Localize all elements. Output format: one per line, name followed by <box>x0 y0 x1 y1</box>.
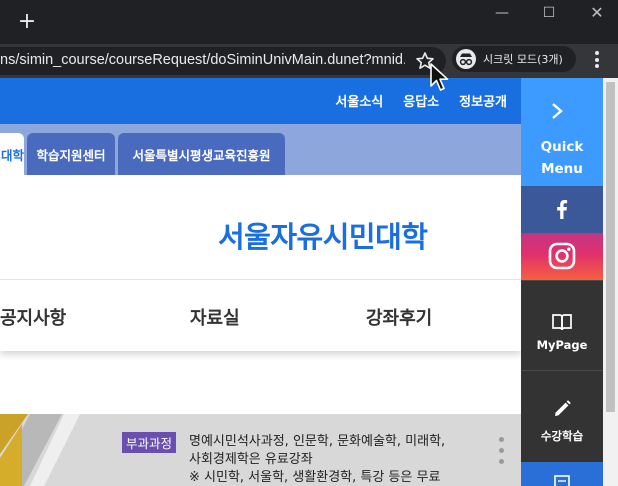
incognito-label: 시크릿 모드(3개) <box>483 53 563 66</box>
more-icon[interactable] <box>590 51 604 71</box>
menu-item-archive[interactable]: 자료실 <box>190 304 240 330</box>
site-logo-title[interactable]: 서울자유시민대학 <box>218 214 428 256</box>
banner-line: ※ 시민학, 서울학, 생활환경학, 특강 등은 무료 <box>189 470 441 485</box>
link-seoul-news[interactable]: 서울소식 <box>335 91 383 110</box>
quick-item-next[interactable] <box>521 462 603 486</box>
top-links: 서울소식 응답소 정보공개 <box>335 91 507 110</box>
banner-text: 명예시민석사과정, 인문학, 문화예술학, 미래학, 사회경제학은 유료강좌 ※… <box>189 433 445 486</box>
facebook-link[interactable] <box>521 186 603 233</box>
quick-menu-toggle[interactable]: Quick Menu <box>521 78 603 186</box>
banner-decoration <box>0 414 80 486</box>
quick-title-line: Menu <box>541 161 583 177</box>
course-study-label: 수강학습 <box>540 429 584 443</box>
quick-menu-title: Quick Menu <box>521 136 603 180</box>
quick-menu: Quick Menu MyPage 수강학습 <box>521 78 603 486</box>
new-tab-icon[interactable]: + <box>14 9 40 35</box>
course-banner: 부과과정 명예시민석사과정, 인문학, 문화예술학, 미래학, 사회경제학은 유… <box>0 414 521 486</box>
book-icon <box>552 314 572 331</box>
menu-item-notice[interactable]: 공지사항 <box>0 304 66 330</box>
quick-title-line: Quick <box>540 139 584 155</box>
facebook-icon <box>557 200 568 219</box>
tab-lifelong-education-institute[interactable]: 서울특별시평생교육진흥원 <box>118 133 285 175</box>
paid-course-tag: 부과과정 <box>122 432 177 453</box>
banner-pager[interactable] <box>499 437 505 470</box>
tab-learning-support-center[interactable]: 학습지원센터 <box>27 133 115 175</box>
address-bar[interactable]: ns/simin_course/courseRequest/doSiminUni… <box>0 47 446 75</box>
close-window-button[interactable]: ✕ <box>574 0 618 28</box>
banner-line: 명예시민석사과정, 인문학, 문화예술학, 미래학, <box>189 434 446 449</box>
quick-item-course-study[interactable]: 수강학습 <box>521 370 603 462</box>
url-text[interactable]: ns/simin_course/courseRequest/doSiminUni… <box>0 52 405 68</box>
minimize-button[interactable]: — <box>479 0 525 28</box>
pencil-icon <box>555 400 571 416</box>
chevron-right-icon <box>552 103 563 119</box>
instagram-link[interactable] <box>521 233 603 280</box>
maximize-button[interactable]: ☐ <box>526 0 572 28</box>
tab-university[interactable]: 대학 <box>0 133 24 175</box>
instagram-icon <box>548 242 576 270</box>
web-page: 서울소식 응답소 정보공개 대학 학습지원센터 서울특별시평생교육진흥원 서울자… <box>0 78 603 486</box>
incognito-badge[interactable]: 시크릿 모드(3개) <box>452 46 576 72</box>
browser-toolbar: ns/simin_course/courseRequest/doSiminUni… <box>0 44 618 78</box>
browser-titlebar: + — ☐ ✕ <box>0 0 618 44</box>
page-scrollbar[interactable] <box>603 78 618 486</box>
banner-line: 사회경제학은 유료강좌 <box>189 452 313 467</box>
scrollbar-thumb[interactable] <box>606 82 615 412</box>
document-icon <box>554 475 570 486</box>
mouse-cursor-icon <box>430 63 449 91</box>
site-tabs: 대학 학습지원센터 서울특별시평생교육진흥원 <box>0 124 521 175</box>
main-menu: 공지사항 자료실 강좌후기 <box>0 279 521 351</box>
incognito-icon <box>456 49 476 69</box>
mypage-label: MyPage <box>536 338 588 352</box>
link-info-disclosure[interactable]: 정보공개 <box>459 91 507 110</box>
quick-item-mypage[interactable]: MyPage <box>521 280 603 370</box>
menu-item-course-reviews[interactable]: 강좌후기 <box>366 304 432 330</box>
